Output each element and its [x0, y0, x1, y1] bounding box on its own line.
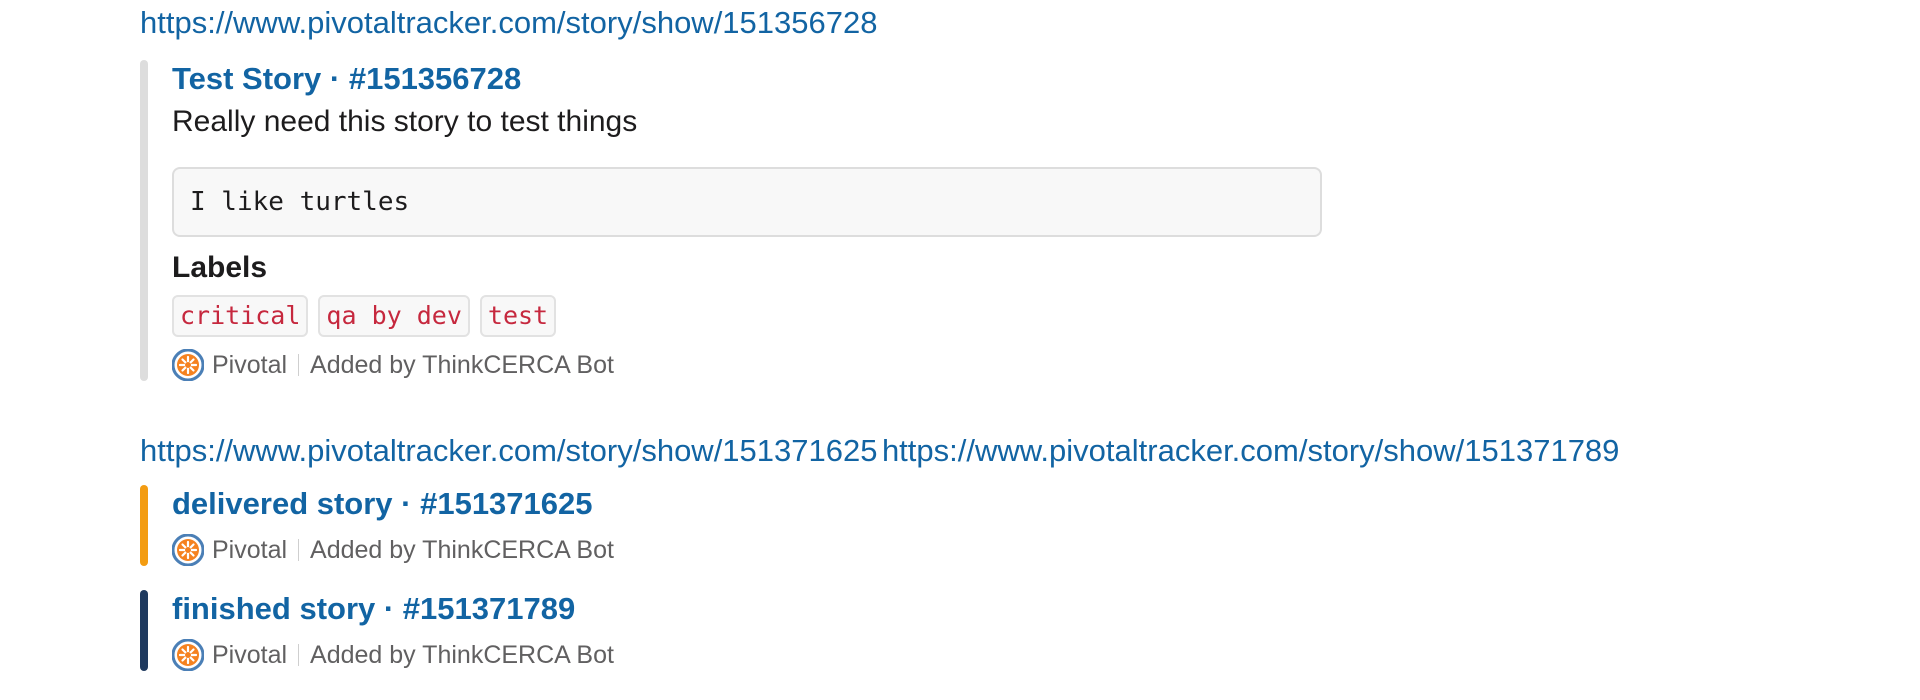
footer-service-name: Pivotal	[212, 535, 288, 564]
footer-added-by: Added by ThinkCERCA Bot	[310, 535, 614, 564]
attachment-title-link[interactable]: Test Story · #151356728	[172, 60, 1472, 97]
message-2: https://www.pivotaltracker.com/story/sho…	[140, 433, 1900, 468]
story-attachment-test-story: Test Story · #151356728 Really need this…	[140, 60, 1472, 382]
attachment-color-bar	[140, 590, 148, 672]
attachment-footer: Pivotal Added by ThinkCERCA Bot	[172, 534, 1472, 567]
footer-added-by: Added by ThinkCERCA Bot	[310, 640, 614, 669]
story-link-151356728[interactable]: https://www.pivotaltracker.com/story/sho…	[140, 5, 877, 40]
attachment-footer: Pivotal Added by ThinkCERCA Bot	[172, 639, 1472, 672]
labels-list: critical qa by dev test	[172, 294, 1472, 338]
footer-service-name: Pivotal	[212, 640, 288, 669]
story-attachment-delivered-story: delivered story · #151371625 Pivotal Add…	[140, 485, 1472, 567]
attachment-color-bar	[140, 485, 148, 567]
label-chip: test	[479, 294, 557, 338]
footer-added-by: Added by ThinkCERCA Bot	[310, 350, 614, 379]
footer-service-name: Pivotal	[212, 350, 288, 379]
labels-field-title: Labels	[172, 250, 268, 284]
footer-divider	[298, 644, 300, 667]
footer-divider	[298, 354, 300, 377]
pivotal-tracker-icon	[172, 349, 204, 382]
footer-divider	[298, 539, 300, 562]
attachment-description: Really need this story to test things	[172, 105, 638, 139]
pivotal-tracker-icon	[172, 534, 204, 567]
story-link-151371789[interactable]: https://www.pivotaltracker.com/story/sho…	[882, 433, 1619, 468]
attachment-title-link[interactable]: finished story · #151371789	[172, 590, 1472, 627]
label-chip: qa by dev	[318, 294, 470, 338]
attachment-title-link[interactable]: delivered story · #151371625	[172, 485, 1472, 522]
story-attachment-finished-story: finished story · #151371789 Pivotal Adde…	[140, 590, 1472, 672]
attachment-color-bar	[140, 60, 148, 382]
story-link-151371625[interactable]: https://www.pivotaltracker.com/story/sho…	[140, 433, 877, 468]
attachment-footer: Pivotal Added by ThinkCERCA Bot	[172, 349, 1472, 382]
pivotal-tracker-icon	[172, 639, 204, 672]
label-chip: critical	[172, 294, 309, 338]
message-1: https://www.pivotaltracker.com/story/sho…	[140, 5, 1900, 40]
code-block: I like turtles	[172, 166, 1322, 237]
